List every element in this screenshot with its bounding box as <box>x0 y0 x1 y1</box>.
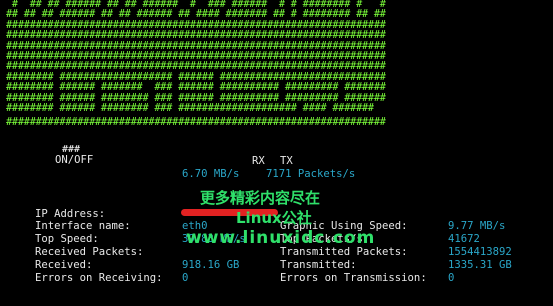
tx-label: TX <box>280 155 293 167</box>
rx-label: RX <box>252 155 265 167</box>
received-label: Received: <box>35 259 93 271</box>
current-rate: 6.70 MB/s <box>182 168 240 180</box>
graph-baseline: ########################################… <box>6 117 386 128</box>
on-off-label: ON/OFF <box>55 154 94 166</box>
terminal-window: # ## ## ###### ## ## ###### # ### ######… <box>0 0 553 306</box>
errors-transmission-label: Errors on Transmission: <box>280 272 427 284</box>
watermark-url: www.linuxidc.com <box>186 228 376 248</box>
errors-transmission-value: 0 <box>448 272 455 284</box>
errors-receiving-value: 0 <box>182 272 189 284</box>
current-packets: 7171 Packets/s <box>266 168 356 180</box>
top-speed-label: Top Speed: <box>35 233 99 245</box>
transmitted-label: Transmitted: <box>280 259 357 271</box>
watermark-line-1: 更多精彩内容尽在 <box>200 189 321 207</box>
errors-receiving-label: Errors on Receiving: <box>35 272 163 284</box>
interface-name-label: Interface name: <box>35 220 131 232</box>
transmitted-value: 1335.31 GB <box>448 259 512 271</box>
transmitted-packets-value: 1554413892 <box>448 246 512 258</box>
received-packets-label: Received Packets: <box>35 246 144 258</box>
traffic-graph: # ## ## ###### ## ## ###### # ### ######… <box>6 0 386 115</box>
graphic-speed-value: 9.77 MB/s <box>448 220 506 232</box>
ip-address-label: IP Address: <box>35 208 106 220</box>
top-packets-value: 41672 <box>448 233 480 245</box>
received-value: 918.16 GB <box>182 259 240 271</box>
watermark-line-2: Linux公社 <box>236 209 312 227</box>
